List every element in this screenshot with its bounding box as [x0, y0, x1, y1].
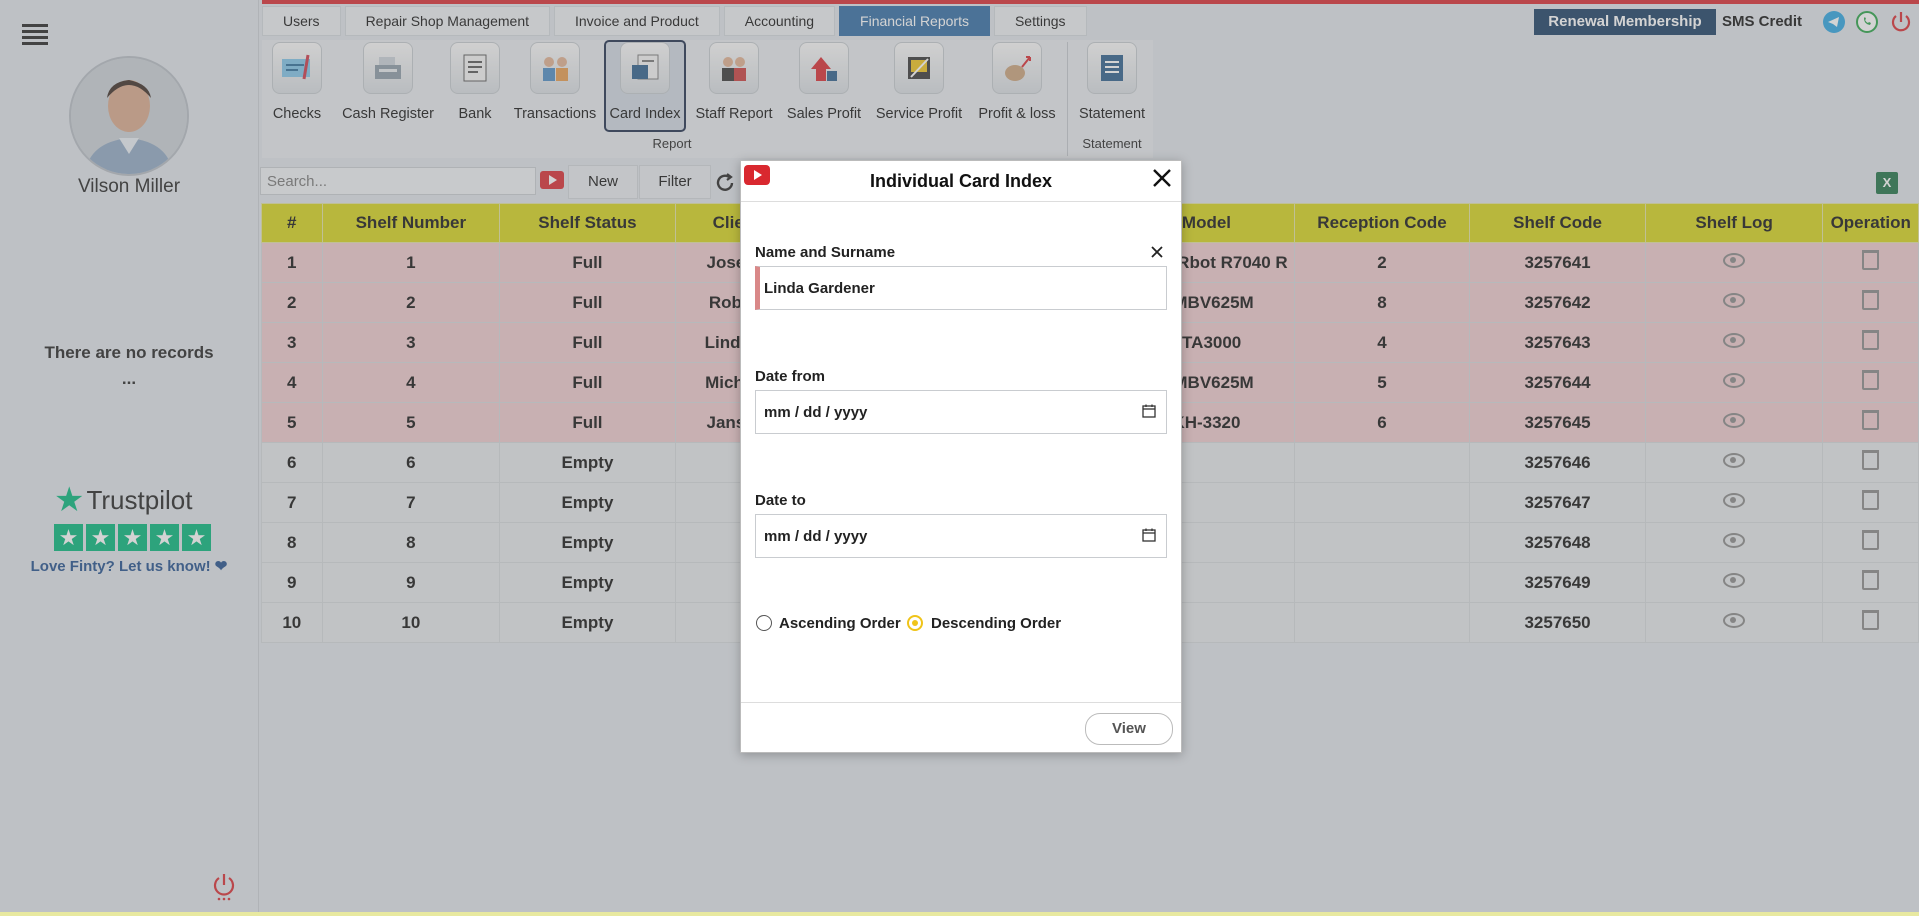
- dialog-title: Individual Card Index: [869, 171, 1053, 191]
- bottom-accent-line: [0, 912, 1919, 916]
- ascending-order-radio[interactable]: [756, 615, 772, 631]
- clear-name-icon[interactable]: [1149, 244, 1165, 260]
- view-button[interactable]: View: [1085, 713, 1173, 745]
- date-from-placeholder: mm / dd / yyyy: [764, 404, 868, 421]
- close-icon[interactable]: [1149, 165, 1175, 191]
- descending-order-radio[interactable]: [907, 615, 923, 631]
- calendar-icon[interactable]: [1142, 528, 1156, 542]
- dialog-footer-divider: [741, 702, 1181, 703]
- date-to-placeholder: mm / dd / yyyy: [764, 528, 868, 545]
- date-to-label: Date to: [755, 492, 806, 509]
- name-label: Name and Surname: [755, 244, 896, 261]
- descending-order-label[interactable]: Descending Order: [931, 615, 1061, 632]
- date-from-input[interactable]: mm / dd / yyyy: [755, 390, 1167, 434]
- ascending-order-label[interactable]: Ascending Order: [779, 615, 901, 632]
- date-from-label: Date from: [755, 368, 826, 385]
- date-to-input[interactable]: mm / dd / yyyy: [755, 514, 1167, 558]
- name-surname-input[interactable]: [755, 266, 1167, 310]
- individual-card-index-dialog: Individual Card Index Name and Surname D…: [740, 160, 1182, 753]
- calendar-icon[interactable]: [1142, 404, 1156, 418]
- dialog-header: Individual Card Index: [741, 161, 1181, 202]
